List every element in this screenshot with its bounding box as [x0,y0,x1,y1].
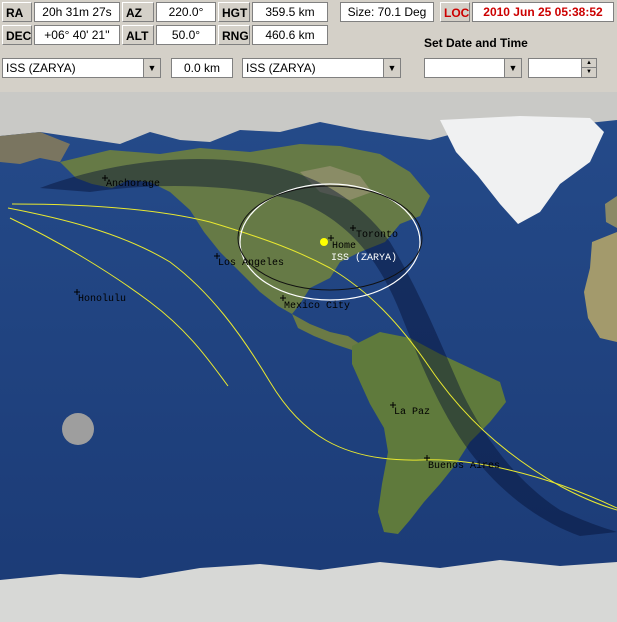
chevron-down-icon[interactable]: ▼ [504,59,521,77]
chevron-down-icon[interactable]: ▼ [383,59,400,77]
datetime-value: 2010 Jun 25 05:38:52 [472,2,614,22]
loc-button[interactable]: LOC [440,2,470,22]
satellite-label: ISS (ZARYA) [331,252,397,264]
hgt-value: 359.5 km [252,2,328,22]
city-label: Mexico City [284,300,350,312]
alt-value: 50.0° [156,25,216,45]
city-label: Home [332,241,356,252]
ra-label: RA [2,2,32,22]
moon-icon [62,413,94,445]
distance-field[interactable]: 0.0 km [171,58,233,78]
date-select[interactable]: ▼ [424,58,522,78]
satellite-select-1[interactable]: ISS (ZARYA) ▼ [2,58,161,78]
map-canvas[interactable]: Anchorage Honolulu Los Angeles Mexico Ci… [0,92,617,622]
size-value: Size: 70.1 Deg [340,2,434,22]
city-label: La Paz [394,407,430,418]
chevron-down-icon[interactable]: ▼ [143,59,160,77]
satellite-select-2[interactable]: ISS (ZARYA) ▼ [242,58,401,78]
city-label: Honolulu [78,293,126,305]
control-panel: RA 20h 31m 27s AZ 220.0° HGT 359.5 km Si… [0,0,617,92]
world-map[interactable]: Anchorage Honolulu Los Angeles Mexico Ci… [0,92,617,622]
spin-up-icon[interactable]: ▲ [582,59,596,68]
ra-value: 20h 31m 27s [34,2,120,22]
city-label: Anchorage [106,178,160,190]
spin-buttons[interactable]: ▲ ▼ [581,59,596,77]
city-label: Buenos Aires [428,460,500,472]
rng-value: 460.6 km [252,25,328,45]
hgt-label: HGT [218,2,250,22]
alt-label: ALT [122,25,154,45]
rng-label: RNG [218,25,250,45]
city-label: Los Angeles [218,257,284,269]
spin-down-icon[interactable]: ▼ [582,68,596,77]
set-date-time-label: Set Date and Time [424,36,528,50]
city-label: Toronto [356,230,398,241]
satellite-icon[interactable] [320,238,328,246]
az-value: 220.0° [156,2,216,22]
dec-value: +06° 40' 21'' [34,25,120,45]
dec-label: DEC [2,25,32,45]
az-label: AZ [122,2,154,22]
satellite-select-1-value: ISS (ZARYA) [6,61,76,75]
satellite-select-2-value: ISS (ZARYA) [246,61,316,75]
time-spinner[interactable]: ▲ ▼ [528,58,597,78]
